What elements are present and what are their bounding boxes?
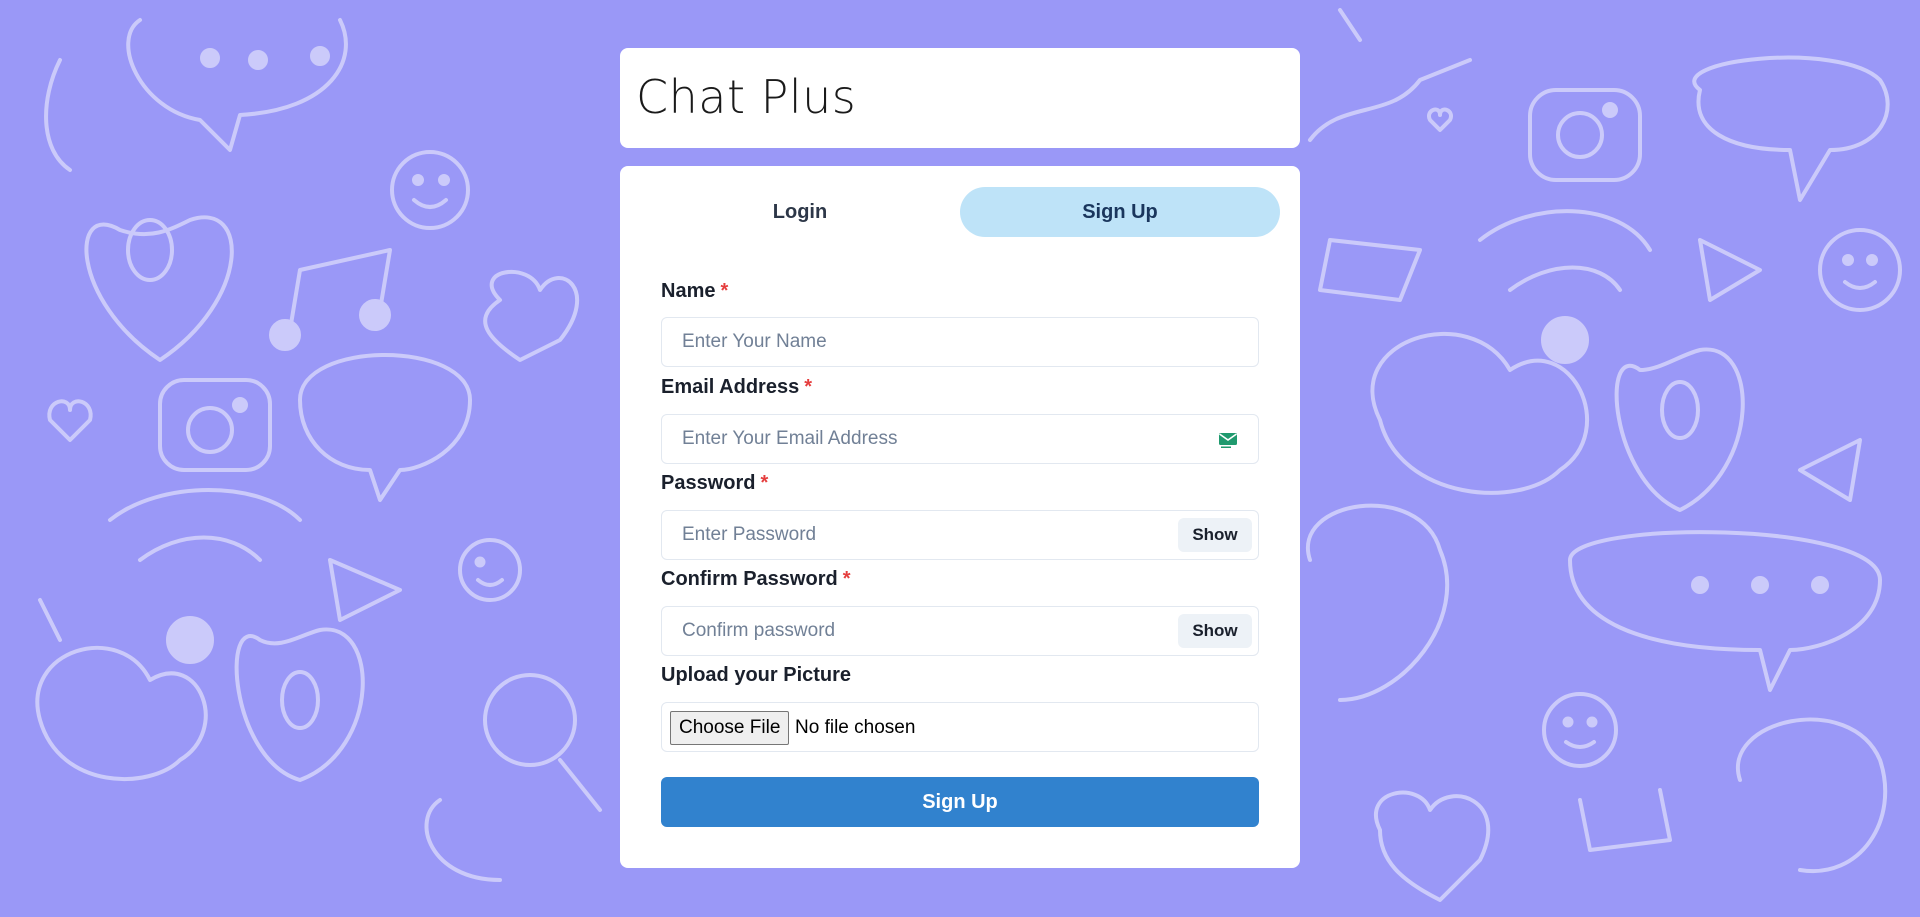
confirm-password-label-text: Confirm Password bbox=[661, 568, 838, 590]
required-marker: * bbox=[760, 472, 769, 494]
name-field bbox=[661, 317, 1259, 367]
app-title: Chat Plus bbox=[636, 70, 857, 124]
required-marker: * bbox=[804, 376, 812, 398]
auth-tabs: Login Sign Up bbox=[640, 187, 1280, 237]
email-envelope-icon bbox=[1218, 431, 1238, 449]
picture-upload-field: Choose File No file chosen bbox=[661, 702, 1259, 752]
name-label: Name * bbox=[661, 280, 728, 303]
confirm-password-input[interactable] bbox=[662, 607, 1258, 655]
email-field bbox=[661, 414, 1259, 464]
email-label: Email Address * bbox=[661, 376, 812, 399]
required-marker: * bbox=[720, 280, 729, 302]
picture-label: Upload your Picture bbox=[661, 664, 852, 686]
confirm-password-field: Show bbox=[661, 606, 1259, 656]
email-input[interactable] bbox=[662, 415, 1258, 463]
password-field: Show bbox=[661, 510, 1259, 560]
file-status-text: No file chosen bbox=[795, 717, 916, 738]
name-input[interactable] bbox=[662, 318, 1258, 366]
tab-login[interactable]: Login bbox=[640, 187, 960, 237]
auth-card: Login Sign Up Name* Email Address* Passw… bbox=[620, 166, 1300, 868]
signup-submit-button[interactable]: Sign Up bbox=[661, 777, 1259, 827]
confirm-password-show-button[interactable]: Show bbox=[1178, 614, 1252, 648]
password-label: Password * bbox=[661, 472, 768, 495]
app-header-card: Chat Plus bbox=[620, 48, 1300, 148]
password-input[interactable] bbox=[662, 511, 1258, 559]
password-label-text: Password bbox=[661, 472, 756, 494]
email-label-text: Email Address bbox=[661, 376, 800, 398]
required-marker: * bbox=[842, 568, 851, 590]
name-label-text: Name bbox=[661, 280, 716, 302]
choose-file-button[interactable]: Choose File bbox=[670, 711, 790, 745]
tab-signup[interactable]: Sign Up bbox=[960, 187, 1280, 237]
confirm-password-label: Confirm Password * bbox=[661, 568, 851, 591]
password-show-button[interactable]: Show bbox=[1178, 518, 1252, 552]
